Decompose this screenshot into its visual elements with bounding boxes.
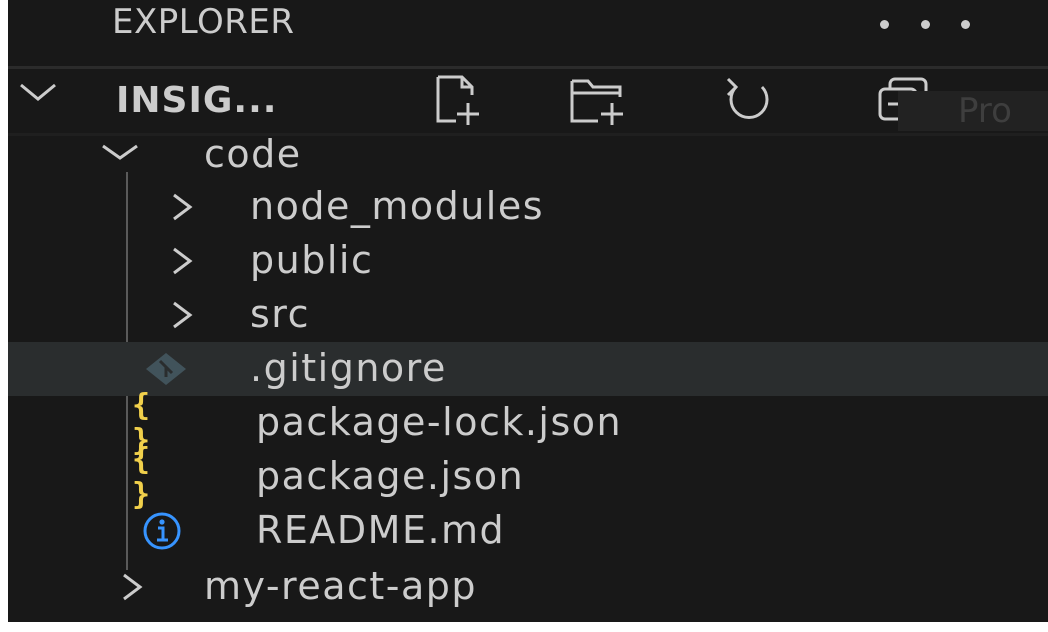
tree-folder-my-react-app[interactable]: my-react-app bbox=[8, 560, 1048, 614]
tree-item-label: my-react-app bbox=[204, 564, 478, 608]
json-icon: { } bbox=[132, 388, 192, 458]
json-icon-glyph: { } bbox=[132, 442, 153, 512]
chevron-right-icon bbox=[173, 247, 193, 275]
tree-item-label: code bbox=[204, 132, 302, 176]
chevron-right-icon bbox=[173, 193, 193, 221]
new-file-icon[interactable] bbox=[426, 73, 490, 127]
more-actions-icon bbox=[880, 19, 889, 29]
tree-item-label: public bbox=[250, 238, 374, 282]
tree-item-label: package.json bbox=[256, 454, 525, 498]
screenshot-frame: EXPLORER INSIG... Pro code node_modules … bbox=[0, 0, 1048, 632]
git-icon bbox=[136, 348, 196, 390]
new-folder-icon[interactable] bbox=[566, 73, 630, 127]
workspace-section-header[interactable]: INSIG... Pro bbox=[8, 66, 1048, 136]
chevron-right-icon bbox=[173, 301, 193, 329]
more-actions-button[interactable] bbox=[880, 6, 970, 42]
tree-folder-code[interactable]: code bbox=[8, 128, 1048, 182]
tree-folder-public[interactable]: public bbox=[8, 234, 1048, 288]
tree-item-label: package-lock.json bbox=[256, 400, 623, 444]
refresh-icon[interactable] bbox=[718, 73, 782, 127]
tree-folder-node-modules[interactable]: node_modules bbox=[8, 180, 1048, 234]
ghost-text: Pro bbox=[898, 91, 1048, 131]
more-actions-dot bbox=[920, 19, 930, 29]
explorer-title: EXPLORER bbox=[112, 2, 295, 42]
chevron-down-icon[interactable] bbox=[18, 81, 58, 105]
tree-item-label: .gitignore bbox=[250, 346, 447, 390]
chevron-right-icon bbox=[123, 573, 143, 601]
explorer-header: EXPLORER bbox=[8, 0, 1048, 64]
tree-folder-src[interactable]: src bbox=[8, 288, 1048, 342]
tree-item-label: README.md bbox=[256, 508, 506, 552]
info-icon bbox=[132, 510, 192, 552]
tree-item-label: node_modules bbox=[250, 184, 545, 228]
json-icon: { } bbox=[132, 442, 192, 512]
tree-item-label: src bbox=[250, 292, 310, 336]
explorer-panel: EXPLORER INSIG... Pro code node_modules … bbox=[8, 0, 1048, 622]
tree-file-package-json[interactable]: { } package.json bbox=[8, 442, 1048, 512]
workspace-title: INSIG... bbox=[116, 80, 278, 121]
tree-file-readme[interactable]: README.md bbox=[8, 504, 1048, 558]
more-actions-dot bbox=[961, 19, 970, 29]
chevron-down-icon bbox=[102, 144, 138, 160]
